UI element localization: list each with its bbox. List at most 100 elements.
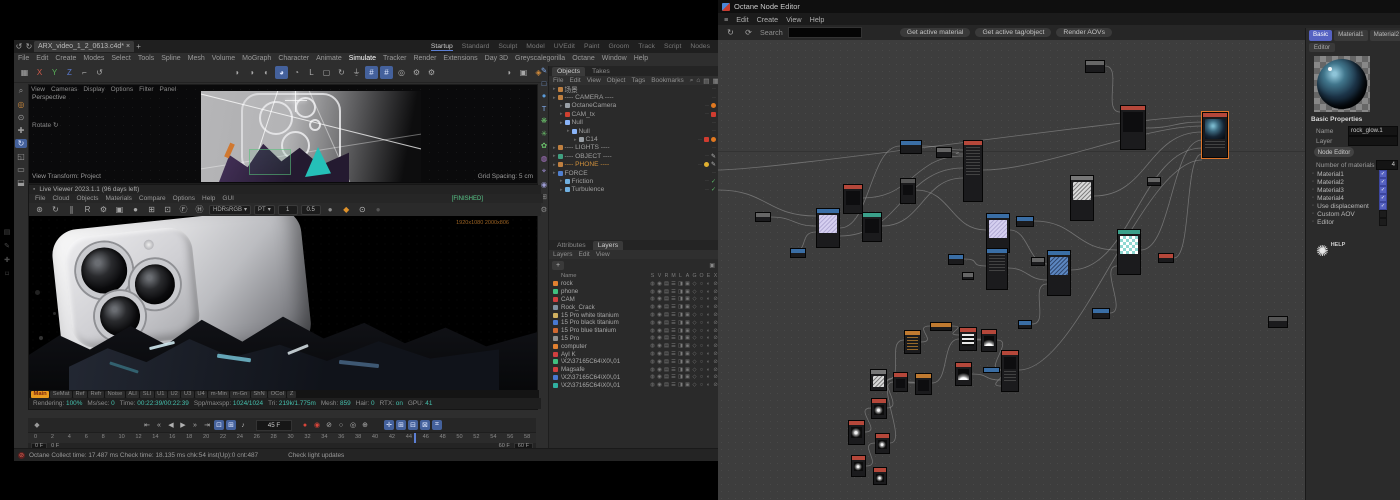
tab-editor[interactable]: Editor [1309, 43, 1335, 52]
layer-toggle-m-icon[interactable]: ☰ [670, 328, 677, 334]
layer-row[interactable]: computer ◍ ◉ ▤ ☰ ◨ ▣ ◇ ○ ◐ ⊘ [549, 342, 719, 350]
layer-toggle-s-icon[interactable]: ◍ [649, 359, 656, 365]
refresh-icon[interactable]: ↻ [724, 26, 737, 39]
enabled-check-icon[interactable]: ✓ [711, 186, 716, 193]
layer-row[interactable]: Magsafe ◍ ◉ ▤ ☰ ◨ ▣ ◇ ○ ◐ ⊘ [549, 366, 719, 374]
tree-row[interactable]: ▸ CAM_tx ·· [549, 110, 719, 118]
layer-toggle-g-icon[interactable]: ◇ [691, 328, 698, 334]
checkbox-material3[interactable]: ✓ [1379, 186, 1387, 194]
om-tab-takes[interactable]: Takes [587, 67, 615, 76]
graph-node-22[interactable] [755, 212, 771, 222]
layer-toggle-s-icon[interactable]: ◍ [649, 289, 656, 295]
render-pass-ocol[interactable]: OCol [268, 390, 287, 398]
region-field[interactable]: 0.5 [300, 204, 321, 215]
pen-icon[interactable]: ✎ [711, 153, 716, 160]
layer-input[interactable] [1348, 136, 1398, 146]
layer-toggle-e-icon[interactable]: ◐ [705, 312, 712, 318]
layer-toggle-l-icon[interactable]: ◨ [677, 359, 684, 365]
visibility-dots-icon[interactable]: ·· [705, 153, 709, 159]
layer-toggle-m-icon[interactable]: ☰ [670, 312, 677, 318]
anchor-icon[interactable]: ⏚ [350, 66, 363, 79]
coord-icon[interactable]: ⌐ [78, 66, 91, 79]
checkbox-editor[interactable] [1379, 218, 1387, 226]
menu-volume[interactable]: Volume [212, 55, 235, 62]
loop-icon[interactable]: ⊡ [214, 420, 224, 430]
playhead[interactable] [414, 433, 417, 443]
checkbox-material4[interactable]: ✓ [1379, 194, 1387, 202]
layer-toggle-v-icon[interactable]: ◉ [656, 296, 663, 302]
name-input[interactable]: rock_glow.1 [1348, 126, 1398, 136]
expand-arrow-icon[interactable]: ▸ [560, 120, 563, 126]
layer-toggle-v-icon[interactable]: ◉ [656, 374, 663, 380]
expand-arrow-icon[interactable]: ▸ [553, 86, 556, 92]
layer-toggle-l-icon[interactable]: ◨ [677, 382, 684, 388]
symmetry-icon[interactable]: ✿ [541, 141, 547, 150]
expand-arrow-icon[interactable]: ▸ [560, 187, 563, 193]
undo-icon[interactable]: ↺ [14, 40, 24, 53]
octane-menu-help[interactable]: Help [810, 15, 825, 24]
tab-basic[interactable]: Basic [1309, 30, 1333, 41]
om-menu-view[interactable]: View [587, 77, 601, 84]
layer-toggle-s-icon[interactable]: ◍ [649, 343, 656, 349]
visibility-dots-icon[interactable]: ·· [712, 145, 716, 151]
render-pass-sll[interactable]: SLl [140, 390, 154, 398]
keyframe-move-icon[interactable]: ✛ [384, 420, 394, 430]
menu-mograph[interactable]: MoGraph [242, 55, 271, 62]
render-pass-main[interactable]: Main [31, 390, 50, 398]
pick-orange-icon[interactable]: ◆ [340, 203, 353, 216]
octane-logo-icon[interactable]: ⊛ [33, 203, 46, 216]
layer-toggle-r-icon[interactable]: ▤ [663, 367, 670, 373]
layer-toggle-g-icon[interactable]: ◇ [691, 289, 698, 295]
layer-toggle-m-icon[interactable]: ☰ [670, 296, 677, 302]
visibility-dots-icon[interactable]: ·· [712, 128, 716, 134]
dock-a-icon[interactable]: ▤ [4, 228, 11, 236]
expand-arrow-icon[interactable]: ▸ [553, 95, 556, 101]
help-label[interactable]: HELP [1331, 242, 1346, 248]
menu-create[interactable]: Create [55, 55, 76, 62]
layer-toggle-o-icon[interactable]: ○ [698, 296, 705, 302]
layer-toggle-r-icon[interactable]: ▤ [663, 351, 670, 357]
globe-icon[interactable]: ◑ [502, 66, 515, 79]
material-picker-icon[interactable]: Ⓗ [193, 203, 206, 216]
layer-toggle-e-icon[interactable]: ◐ [705, 320, 712, 326]
viewport-menu-display[interactable]: Display [83, 86, 104, 93]
layer-toggle-g-icon[interactable]: ◇ [691, 320, 698, 326]
om-filter-icon[interactable]: ▤ [703, 77, 709, 85]
visibility-dots-icon[interactable]: ·· [705, 111, 709, 117]
layer-toggle-l-icon[interactable]: ◨ [677, 312, 684, 318]
layer-toggle-g-icon[interactable]: ◇ [691, 374, 698, 380]
graph-node-11[interactable] [962, 272, 974, 280]
level-icon[interactable]: L [305, 66, 318, 79]
menu-character[interactable]: Character [278, 55, 309, 62]
layer-toggle-l-icon[interactable]: ◨ [677, 335, 684, 341]
viewport-menu-filter[interactable]: Filter [139, 86, 153, 93]
layer-toggle-a-icon[interactable]: ▣ [684, 343, 691, 349]
lv-menu-options[interactable]: Options [173, 195, 195, 202]
layer-toggle-o-icon[interactable]: ○ [698, 304, 705, 310]
layer-toggle-e-icon[interactable]: ◐ [705, 335, 712, 341]
goto-start-icon[interactable]: ⇤ [142, 420, 152, 430]
next-frame-icon[interactable]: » [190, 420, 200, 430]
graph-node-17[interactable] [1092, 308, 1110, 319]
layer-toggle-a-icon[interactable]: ▣ [684, 382, 691, 388]
graph-node-6[interactable] [900, 178, 916, 204]
graph-node-2[interactable] [1201, 111, 1229, 159]
lv-menu-objects[interactable]: Objects [76, 195, 98, 202]
menu-extensions[interactable]: Extensions [443, 55, 477, 62]
document-tab[interactable]: ARX_video_1_2_0613.c4d* × [34, 41, 135, 52]
render-pass-u4[interactable]: U4 [194, 390, 208, 398]
layer-toggle-v-icon[interactable]: ◉ [656, 359, 663, 365]
perspective-viewport[interactable]: View Cameras Display Options Filter Panel Per… [28, 84, 538, 184]
layers-tab-attributes[interactable]: Attributes [552, 241, 591, 250]
graph-node-18[interactable] [1268, 316, 1288, 328]
tree-row[interactable]: ▸ Friction ·· ✓ [549, 177, 719, 185]
sound-icon[interactable]: ♪ [238, 420, 248, 430]
om-menu-file[interactable]: File [553, 77, 563, 84]
layer-toggle-g-icon[interactable]: ◇ [691, 367, 698, 373]
layer-row[interactable]: 15 Pro blue titanium ◍ ◉ ▤ ☰ ◨ ▣ ◇ ○ ◐ ⊘ [549, 327, 719, 335]
layer-toggle-a-icon[interactable]: ▣ [684, 374, 691, 380]
graph-node-12[interactable] [1070, 175, 1094, 221]
live-selection-icon[interactable]: ⌕ [19, 86, 23, 96]
render-image[interactable]: 1920x1080 2000x806 [29, 216, 537, 390]
layer-toggle-m-icon[interactable]: ☰ [670, 367, 677, 373]
